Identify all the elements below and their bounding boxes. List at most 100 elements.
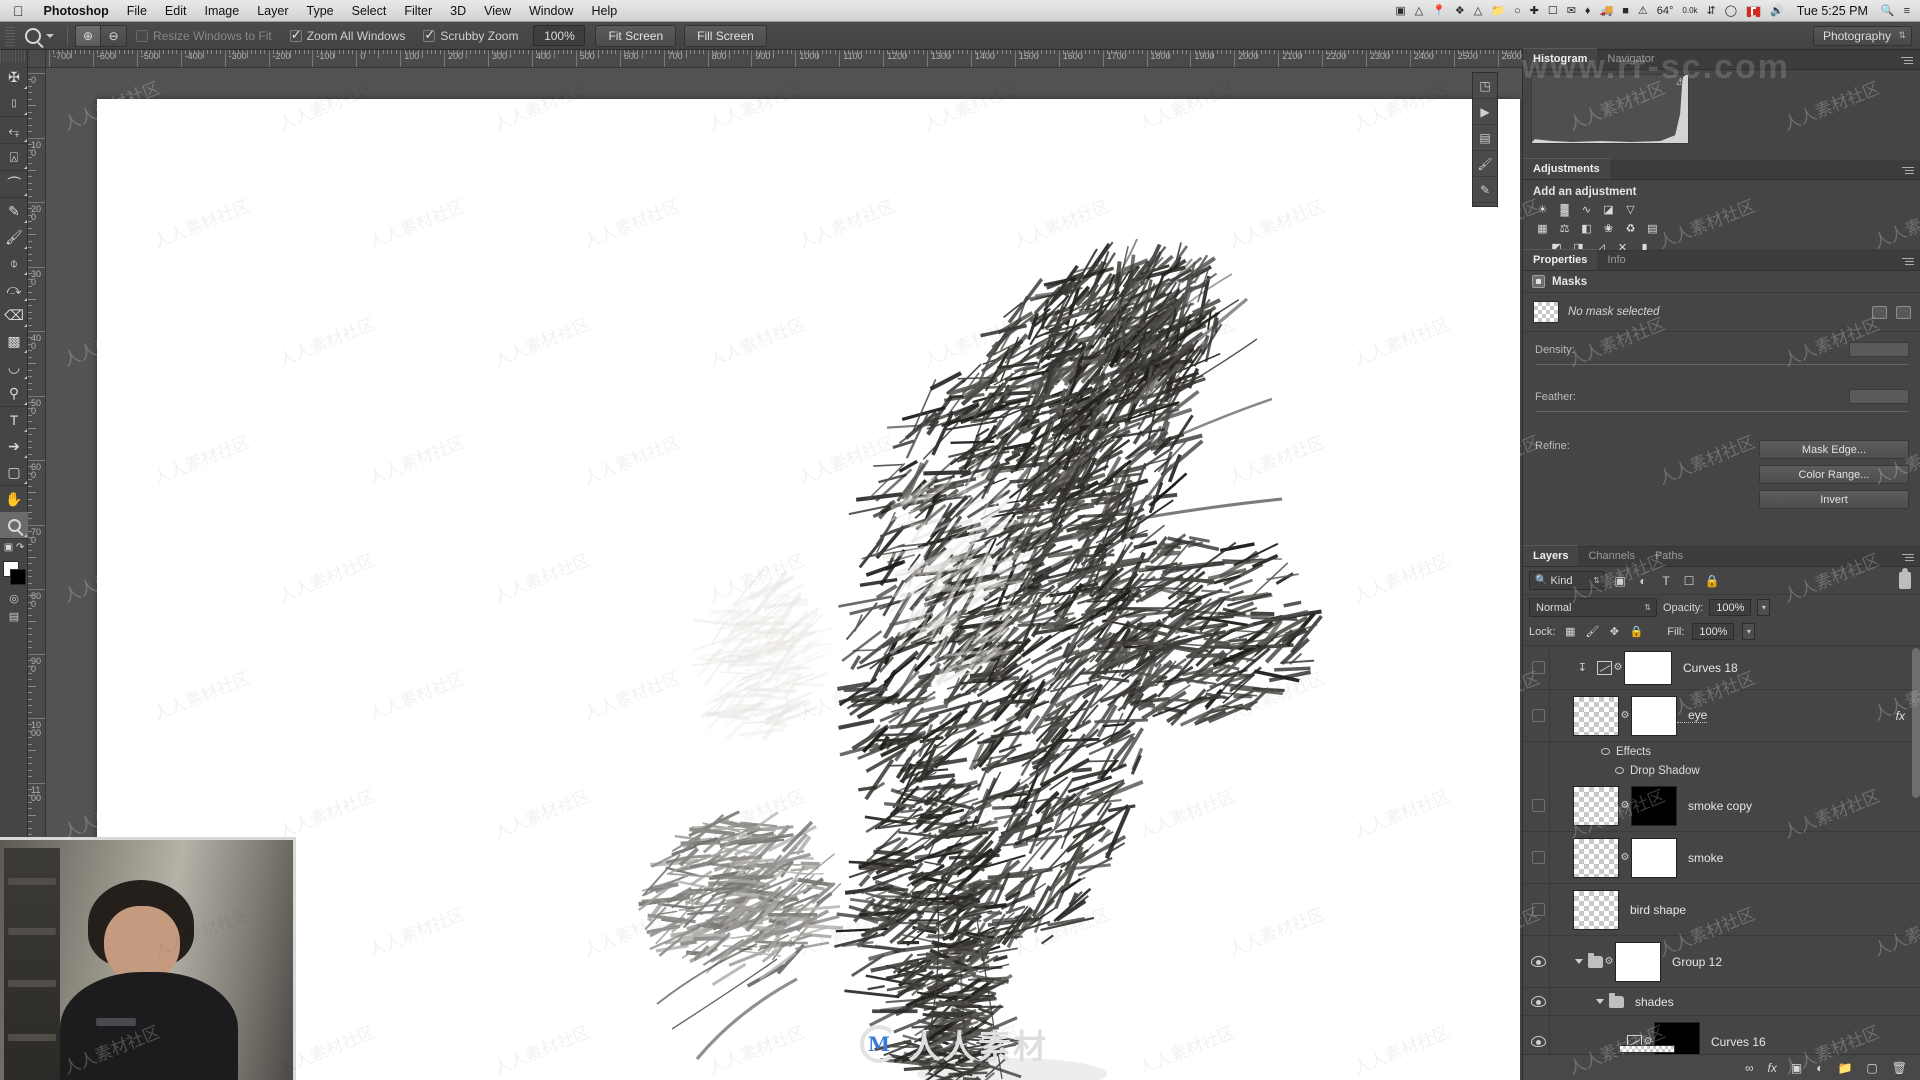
menu-layer[interactable]: Layer	[248, 0, 297, 22]
add-layer-mask-icon[interactable]: ▣	[1791, 1061, 1802, 1075]
airmail-icon[interactable]: ✉	[1567, 0, 1576, 22]
filter-type-icon[interactable]: T	[1658, 573, 1674, 589]
lock-image-pixels-icon[interactable]: 🖌	[1585, 625, 1599, 639]
lock-transparent-pixels-icon[interactable]: ▦	[1563, 625, 1577, 639]
layer-list[interactable]: ↧ ⚙ Curves 18 ⚙ eye fx Effects Drop Shad…	[1523, 646, 1920, 1054]
actions-icon[interactable]: ▤	[1473, 125, 1497, 151]
default-colors-icon[interactable]: ▣ ↷	[0, 539, 28, 555]
resize-windows-to-fit-checkbox[interactable]: Resize Windows to Fit	[136, 29, 272, 43]
panel-menu-icon[interactable]	[1902, 256, 1916, 266]
spot-healing-brush-tool[interactable]: ✎	[0, 198, 28, 224]
move-tool[interactable]: ✠	[0, 64, 28, 90]
webcam-overlay[interactable]	[0, 837, 296, 1080]
delete-layer-icon[interactable]: 🗑	[1892, 1061, 1907, 1075]
type-tool[interactable]: T	[0, 407, 28, 433]
toolbox-grip[interactable]	[0, 50, 27, 62]
pin-icon[interactable]: 📍	[1432, 0, 1446, 22]
hand-tool[interactable]: ✋	[0, 486, 28, 512]
folder-icon[interactable]: 📁	[1491, 0, 1505, 22]
tool-preset-picker[interactable]	[19, 28, 60, 44]
menu-edit[interactable]: Edit	[156, 0, 196, 22]
layer-row-smoke-copy[interactable]: ⚙ smoke copy	[1523, 780, 1920, 832]
fill-field[interactable]: 100%	[1692, 623, 1734, 640]
time-machine-icon[interactable]: ◯	[1725, 0, 1737, 22]
visibility-toggle[interactable]	[1525, 1036, 1551, 1047]
input-language-flag-icon[interactable]	[1746, 6, 1761, 16]
menu-window[interactable]: Window	[520, 0, 582, 22]
filter-enable-toggle[interactable]	[1899, 572, 1911, 589]
zoom-in-icon[interactable]: ⊕	[75, 25, 101, 47]
feather-control[interactable]: Feather:	[1523, 371, 1920, 418]
layer-thumbnail[interactable]	[1573, 890, 1619, 930]
mask-edge-button[interactable]: Mask Edge...	[1759, 440, 1909, 459]
tools-icon[interactable]: ✎	[1473, 177, 1497, 203]
fill-screen-button[interactable]: Fill Screen	[684, 25, 767, 47]
sync-icon[interactable]: ⇵	[1707, 0, 1716, 22]
link-icon[interactable]: ⚙	[1619, 800, 1631, 811]
layer-name[interactable]: shades	[1624, 995, 1674, 1009]
layer-row-curves-18[interactable]: ↧ ⚙ Curves 18	[1523, 646, 1920, 690]
rectangle-tool[interactable]: ▢	[0, 459, 28, 485]
ruler-corner[interactable]	[28, 50, 46, 68]
search-icon[interactable]: 🔍	[1881, 0, 1895, 22]
horizontal-ruler[interactable]: -700 -600 -500 -400 -300 -200 -100 0 100 200 300 40…	[46, 50, 1522, 68]
zoom-direction-toggle[interactable]: ⊕ ⊖	[75, 25, 127, 47]
menubar-clock[interactable]: Tue 5:25 PM	[1793, 4, 1872, 18]
effects-visibility-icon[interactable]	[1601, 748, 1610, 755]
fill-stepper[interactable]: ▾	[1742, 623, 1755, 640]
brightness-contrast-icon[interactable]: ☀	[1535, 202, 1550, 217]
eraser-tool[interactable]: ⌫	[0, 302, 28, 328]
lasso-tool[interactable]: ⥆	[0, 117, 28, 143]
lock-all-icon[interactable]: 🔒	[1629, 625, 1643, 639]
filter-shape-icon[interactable]: ☐	[1681, 573, 1697, 589]
screen-record-icon[interactable]: ▣	[1395, 0, 1405, 22]
adobe-cc-icon[interactable]: △	[1415, 0, 1423, 22]
photo-filter-icon[interactable]: ❀	[1601, 221, 1616, 236]
apple-logo-icon[interactable]: 	[0, 4, 35, 18]
layer-name[interactable]: Curves 16	[1700, 1035, 1766, 1049]
volume-icon[interactable]: 🔊	[1770, 0, 1784, 22]
menu-select[interactable]: Select	[343, 0, 396, 22]
screen-mode-icon[interactable]: ▤	[0, 607, 28, 625]
warning-icon[interactable]: ⚠	[1638, 0, 1648, 22]
layer-name[interactable]: bird shape	[1619, 903, 1686, 917]
battery-icon[interactable]: ■	[1622, 0, 1629, 22]
menu-type[interactable]: Type	[298, 0, 343, 22]
zoom-percent-field[interactable]: 100%	[533, 25, 585, 46]
quick-mask-icon[interactable]: ◎	[0, 589, 28, 607]
opacity-stepper[interactable]: ▾	[1757, 599, 1770, 616]
zoom-out-icon[interactable]: ⊖	[101, 25, 127, 47]
visibility-toggle[interactable]	[1525, 799, 1551, 812]
options-bar-grip[interactable]	[5, 26, 15, 46]
dropbox-x-icon[interactable]: ○	[1514, 0, 1521, 22]
layer-mask-thumbnail[interactable]	[1624, 651, 1672, 685]
density-slider[interactable]	[1535, 360, 1909, 369]
color-range-button[interactable]: Color Range...	[1759, 465, 1909, 484]
menu-image[interactable]: Image	[195, 0, 248, 22]
clone-stamp-tool[interactable]: ⌽	[0, 250, 28, 276]
layer-row-curves-16[interactable]: ⚙ Curves 16	[1523, 1016, 1920, 1054]
layer-filter-kind-select[interactable]: 🔍 Kind	[1529, 571, 1605, 590]
layer-list-scrollbar[interactable]	[1912, 648, 1920, 798]
visibility-toggle[interactable]	[1525, 851, 1551, 864]
link-icon[interactable]: ⚙	[1612, 662, 1624, 673]
layer-mask-thumbnail[interactable]	[1631, 838, 1677, 878]
visibility-toggle[interactable]	[1525, 996, 1551, 1007]
tab-properties[interactable]: Properties	[1523, 249, 1597, 270]
lock-position-icon[interactable]: ✥	[1607, 625, 1621, 639]
menu-view[interactable]: View	[475, 0, 520, 22]
menu-help[interactable]: Help	[582, 0, 626, 22]
fit-screen-button[interactable]: Fit Screen	[595, 25, 676, 47]
drive-icon[interactable]: △	[1474, 0, 1482, 22]
link-icon[interactable]: ⚙	[1619, 710, 1631, 721]
image-canvas[interactable]	[97, 99, 1520, 1080]
play-icon[interactable]: ▶	[1473, 99, 1497, 125]
layer-name[interactable]: Curves 18	[1672, 661, 1738, 675]
layer-mask-thumbnail[interactable]	[1631, 696, 1677, 736]
display-icon[interactable]: ☐	[1548, 0, 1558, 22]
layer-row-bird-shape[interactable]: bird shape	[1523, 884, 1920, 936]
layer-list-hscrollbar[interactable]	[1619, 1045, 1675, 1053]
zoom-all-windows-checkbox[interactable]: Zoom All Windows	[290, 29, 406, 43]
eyedropper-tool[interactable]: ⏜	[0, 171, 28, 197]
density-control[interactable]: Density:	[1523, 332, 1920, 371]
